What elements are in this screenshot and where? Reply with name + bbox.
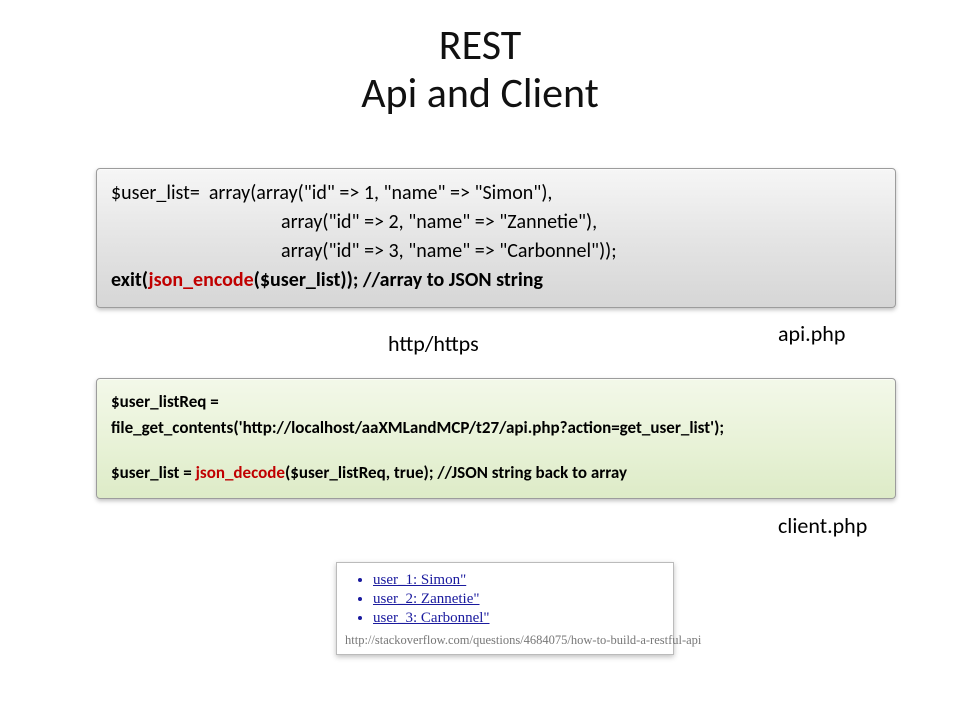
code-box-api: $user_list= array(array("id" => 1, "name… — [96, 168, 896, 308]
list-item: user_3: Carbonnel" — [373, 609, 665, 627]
slide-title: REST Api and Client — [0, 22, 960, 119]
api-code-line-3: array("id" => 3, "name" => "Carbonnel"))… — [111, 237, 881, 266]
output-link[interactable]: user_3: Carbonnel" — [373, 610, 490, 626]
client-code-line-1: $user_listReq = — [111, 389, 881, 415]
label-client-php: client.php — [778, 512, 867, 539]
api-code-line-2: array("id" => 2, "name" => "Zannetie"), — [111, 208, 881, 237]
output-source-url: http://stackoverflow.com/questions/46840… — [345, 633, 665, 648]
title-line-1: REST — [439, 20, 521, 71]
client-code-line-2: file_get_contents('http://localhost/aaXM… — [111, 415, 881, 441]
output-list: user_1: Simon" user_2: Zannetie" user_3:… — [345, 571, 665, 627]
list-item: user_1: Simon" — [373, 571, 665, 589]
output-link[interactable]: user_2: Zannetie" — [373, 591, 480, 607]
output-panel: user_1: Simon" user_2: Zannetie" user_3:… — [336, 562, 674, 655]
api-code-line-4: exit(json_encode($user_list)); //array t… — [111, 266, 881, 295]
label-api-php: api.php — [778, 320, 845, 347]
label-http: http/https — [388, 330, 479, 357]
title-line-2: Api and Client — [361, 68, 599, 119]
list-item: user_2: Zannetie" — [373, 590, 665, 608]
spacer — [111, 442, 881, 460]
slide: REST Api and Client $user_list= array(ar… — [0, 0, 960, 720]
code-box-client: $user_listReq = file_get_contents('http:… — [96, 378, 896, 499]
api-code-line-1: $user_list= array(array("id" => 1, "name… — [111, 179, 881, 208]
client-code-line-3: $user_list = json_decode($user_listReq, … — [111, 460, 881, 486]
output-link[interactable]: user_1: Simon" — [373, 572, 466, 588]
